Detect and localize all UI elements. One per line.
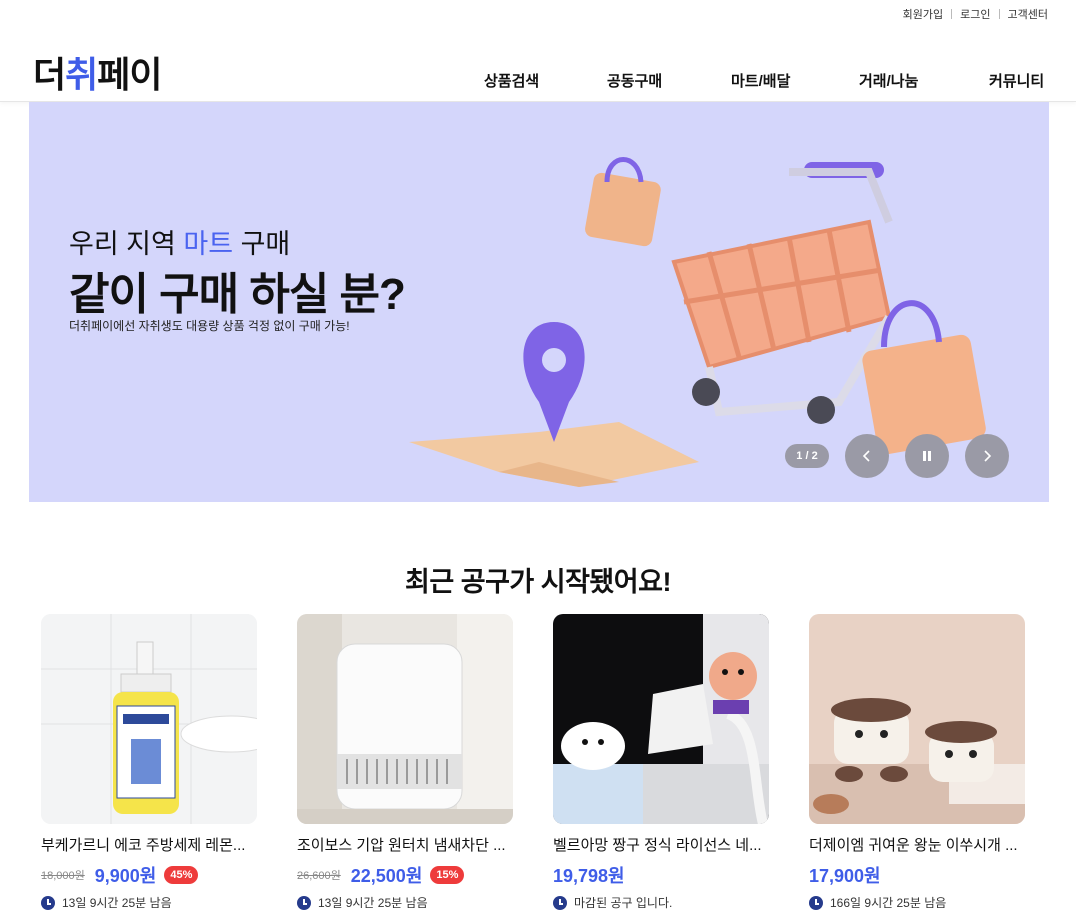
site-header: 더취페이 회원가입 로그인 고객센터 상품검색 공동구매 마트/배달 거래/나눔… (0, 0, 1076, 102)
price-row: 18,000원 9,900원 45% (41, 864, 257, 886)
section-title: 최근 공구가 시작됐어요! (405, 567, 671, 597)
time-remaining: 13일 9시간 25분 남음 (297, 894, 513, 911)
hero-subtitle-suffix: 구매 (233, 229, 291, 259)
time-remaining: 마감된 공구 입니다. (553, 894, 769, 911)
pause-slide-button[interactable] (905, 434, 949, 478)
logo-text-1: 더 (33, 54, 66, 95)
discount-badge: 15% (430, 866, 465, 884)
price-row: 26,600원 22,500원 15% (297, 864, 513, 886)
hero-title: 같이 구매 하실 분? (69, 270, 406, 319)
support-link[interactable]: 고객센터 (1008, 6, 1048, 22)
product-image[interactable] (809, 614, 1025, 824)
clock-icon (809, 895, 823, 910)
clock-icon (297, 895, 311, 910)
sale-price: 22,500원 (350, 866, 423, 886)
signup-link[interactable]: 회원가입 (903, 6, 943, 22)
site-logo[interactable]: 더취페이 (33, 46, 163, 98)
nav-item-trade-share[interactable]: 거래/나눔 (859, 70, 918, 91)
clock-icon (553, 895, 567, 910)
price-row: 19,798원 (553, 864, 769, 886)
time-remaining-text: 13일 9시간 25분 남음 (62, 896, 172, 910)
hero-subtitle-highlight: 마트 (183, 229, 234, 259)
sale-price: 17,900원 (809, 866, 881, 886)
time-remaining-text: 166일 9시간 25분 남음 (830, 896, 947, 910)
product-name[interactable]: 부케가르니 에코 주방세제 레몬... (41, 834, 257, 854)
divider (998, 9, 1000, 19)
chevron-right-icon (984, 450, 992, 462)
original-price: 26,600원 (297, 870, 341, 882)
pause-icon (923, 451, 931, 461)
nav-item-mart-delivery[interactable]: 마트/배달 (731, 70, 790, 91)
logo-text-2: 페이 (97, 54, 162, 95)
nav-item-group-buy[interactable]: 공동구매 (607, 70, 662, 91)
next-slide-button[interactable] (965, 434, 1009, 478)
hero-banner[interactable]: 우리 지역 마트 구매 같이 구매 하실 분? 더취페이에선 자취생도 대용량 … (29, 102, 1049, 502)
divider (951, 9, 953, 19)
nav-item-search[interactable]: 상품검색 (484, 70, 539, 91)
discount-badge: 45% (164, 866, 199, 884)
product-name[interactable]: 조이보스 기압 원터치 냄새차단 ... (297, 834, 513, 854)
product-name[interactable]: 더제이엠 귀여운 왕눈 이쑤시개 ... (809, 834, 1025, 854)
product-image[interactable] (41, 614, 257, 824)
product-card[interactable]: 조이보스 기압 원터치 냄새차단 ... 26,600원 22,500원 15%… (297, 614, 513, 911)
clock-icon (41, 895, 55, 910)
time-remaining-text: 13일 9시간 25분 남음 (318, 896, 428, 910)
original-price: 18,000원 (41, 870, 85, 882)
chevron-left-icon (862, 450, 870, 462)
time-remaining-text: 마감된 공구 입니다. (574, 896, 673, 910)
time-remaining: 166일 9시간 25분 남음 (809, 894, 1025, 911)
product-card[interactable]: 더제이엠 귀여운 왕눈 이쑤시개 ... 17,900원 166일 9시간 25… (809, 614, 1025, 911)
time-remaining: 13일 9시간 25분 남음 (41, 894, 257, 911)
product-card[interactable]: 부케가르니 에코 주방세제 레몬... 18,000원 9,900원 45% 1… (41, 614, 257, 911)
nav-item-community[interactable]: 커뮤니티 (989, 70, 1044, 91)
utility-links: 회원가입 로그인 고객센터 (903, 6, 1048, 22)
product-image[interactable] (297, 614, 513, 824)
prev-slide-button[interactable] (845, 434, 889, 478)
login-link[interactable]: 로그인 (960, 6, 990, 22)
price-row: 17,900원 (809, 864, 1025, 886)
product-name[interactable]: 벨르아망 짱구 정식 라이선스 네... (553, 834, 769, 854)
hero-subtitle: 우리 지역 마트 구매 (69, 222, 290, 261)
slide-counter: 1 / 2 (785, 444, 829, 468)
hero-description: 더취페이에선 자취생도 대용량 상품 걱정 없이 구매 가능! (69, 319, 350, 333)
product-image[interactable] (553, 614, 769, 824)
product-card[interactable]: 벨르아망 짱구 정식 라이선스 네... 19,798원 마감된 공구 입니다. (553, 614, 769, 911)
shopping-cart-illustration (409, 157, 986, 487)
sale-price: 19,798원 (553, 866, 625, 886)
logo-text-accent: 취 (65, 54, 98, 95)
hero-subtitle-prefix: 우리 지역 (69, 229, 184, 259)
sale-price: 9,900원 (94, 866, 157, 886)
